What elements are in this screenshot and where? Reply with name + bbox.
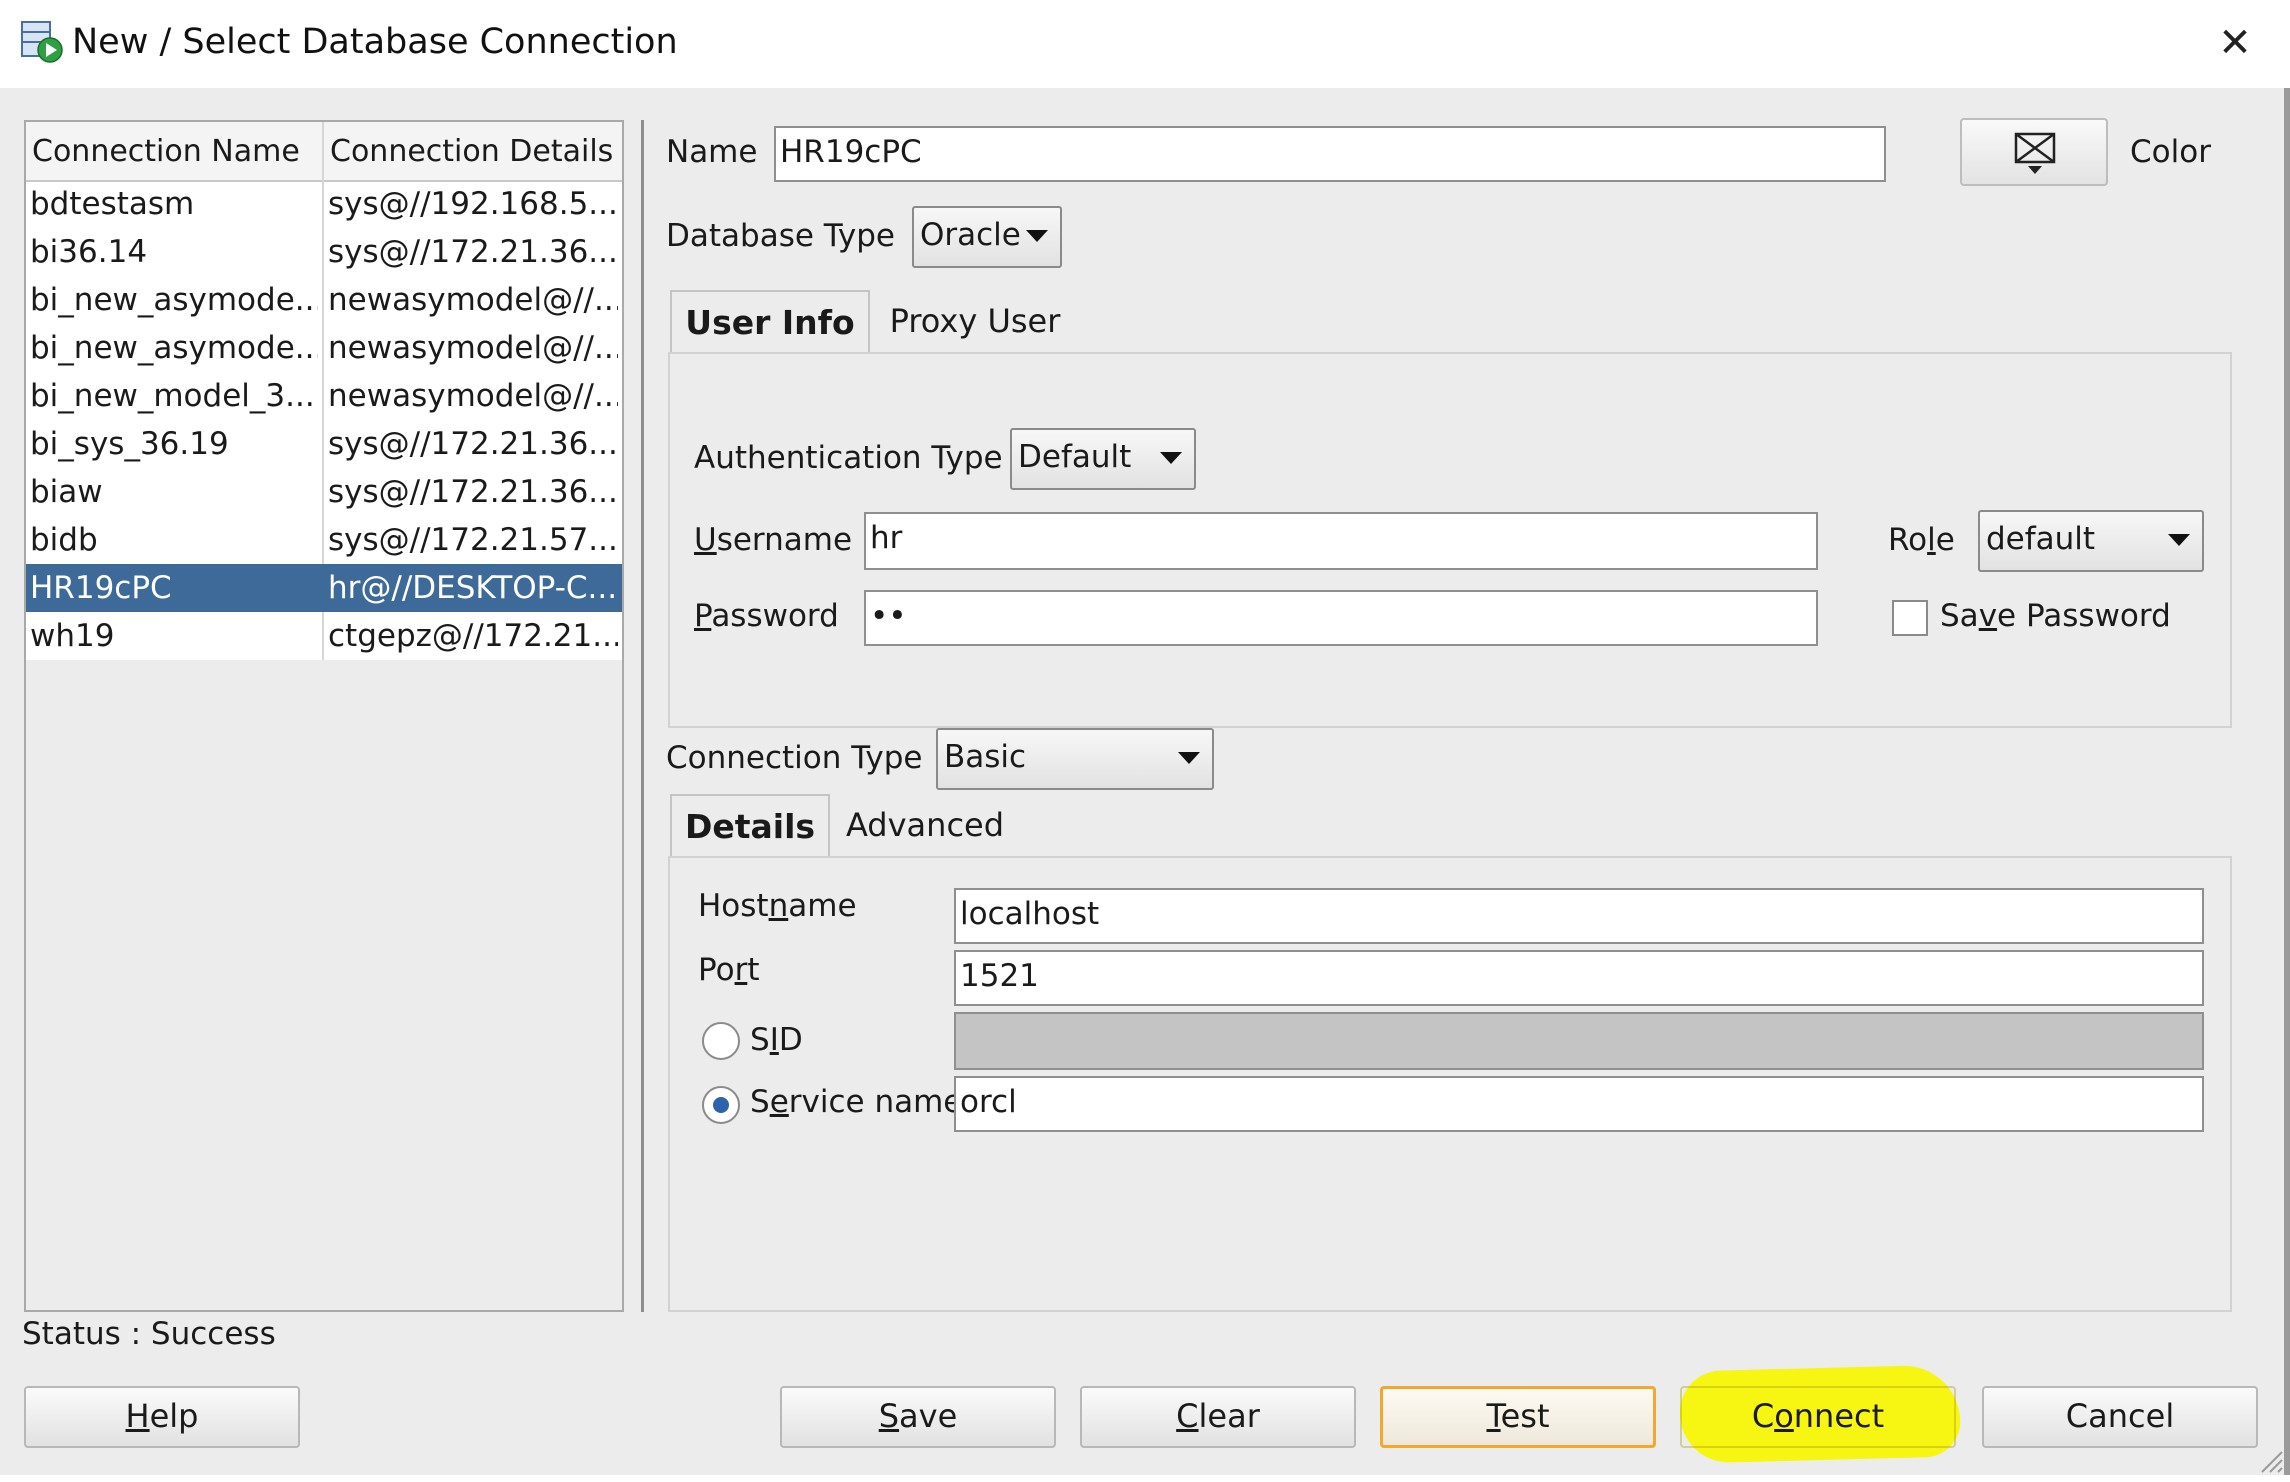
connection-name: bdtestasm [30,186,195,222]
close-icon[interactable]: ✕ [2210,18,2260,68]
connection-name: bidb [30,522,98,558]
title-bar: New / Select Database Connection ✕ [0,0,2290,88]
connection-row[interactable]: bidb sys@//172.21.57... [26,516,622,564]
connection-details: ctgepz@//172.21... [328,618,618,654]
role-label: Role [1888,522,1955,558]
connection-type-value: Basic [944,739,1027,775]
column-header-connection-name[interactable]: Connection Name [32,134,300,169]
column-header-connection-details[interactable]: Connection Details [330,134,613,169]
connection-type-label: Connection Type [666,740,923,776]
connection-row[interactable]: bi_sys_36.19 sys@//172.21.36... [26,420,622,468]
connection-details: newasymodel@//... [328,378,618,414]
connection-details: newasymodel@//... [328,330,618,366]
connection-name: bi_new_asymode... [30,330,318,366]
connect-button[interactable]: Connect [1680,1386,1956,1448]
tab-details[interactable]: Details [670,794,830,862]
database-type-select[interactable]: Oracle [912,206,1062,268]
password-label: Password [694,598,839,634]
database-type-value: Oracle [920,217,1021,253]
role-value: default [1986,521,2096,557]
service-name-label: Service name [750,1084,963,1120]
clear-button[interactable]: Clear [1080,1386,1356,1448]
chevron-down-icon [1026,230,1048,242]
username-label: Username [694,522,853,558]
port-input[interactable]: 1521 [954,950,2204,1006]
connection-details: sys@//172.21.36... [328,234,618,270]
authentication-type-select[interactable]: Default [1010,428,1196,490]
window-title: New / Select Database Connection [72,22,678,62]
connection-row[interactable]: wh19 ctgepz@//172.21... [26,612,622,660]
connection-row[interactable]: bi36.14 sys@//172.21.36... [26,228,622,276]
connection-name: HR19cPC [30,570,172,606]
authentication-type-value: Default [1018,439,1132,475]
connection-details: sys@//172.21.36... [328,474,618,510]
connection-row[interactable]: bi_new_asymode... newasymodel@//... [26,324,622,372]
database-type-label: Database Type [666,218,895,254]
connection-details: sys@//172.21.57... [328,522,618,558]
connection-row[interactable]: bdtestasm sys@//192.168.5... [26,180,622,228]
window-edge [2284,88,2290,1475]
connection-details: sys@//172.21.36... [328,426,618,462]
service-name-radio[interactable] [702,1086,740,1124]
sid-label: SID [750,1022,803,1058]
tab-user-info[interactable]: User Info [670,290,870,358]
test-button[interactable]: Test [1380,1386,1656,1448]
sid-radio[interactable] [702,1022,740,1060]
connection-name: bi_sys_36.19 [30,426,229,462]
save-password-checkbox[interactable] [1892,600,1928,636]
password-input[interactable]: •• [864,590,1818,646]
service-name-input[interactable]: orcl [954,1076,2204,1132]
connection-row[interactable]: bi_new_asymode... newasymodel@//... [26,276,622,324]
connection-name: bi_new_model_3... [30,378,315,414]
hostname-input[interactable]: localhost [954,888,2204,944]
color-swatch-icon [2012,130,2062,184]
name-input[interactable]: HR19cPC [774,126,1886,182]
save-password-label: Save Password [1940,598,2171,634]
username-input[interactable]: hr [864,512,1818,570]
connection-list-header: Connection Name Connection Details [26,122,622,182]
hostname-label: Hostname [698,888,857,924]
database-connection-icon [20,20,64,64]
splitter-handle[interactable] [641,120,644,1312]
connection-details: hr@//DESKTOP-C... [328,570,618,606]
role-select[interactable]: default [1978,510,2204,572]
tab-proxy-user[interactable]: Proxy User [880,290,1070,358]
connection-list[interactable]: Connection Name Connection Details bdtes… [24,120,624,1312]
connection-dialog: New / Select Database Connection ✕ Conne… [0,0,2290,1475]
connection-row[interactable]: bi_new_model_3... newasymodel@//... [26,372,622,420]
connection-list-empty-area [26,660,622,1310]
chevron-down-icon [1160,452,1182,464]
resize-grip-icon[interactable] [2258,1446,2284,1482]
tab-advanced[interactable]: Advanced [840,794,1010,862]
connection-row-selected[interactable]: HR19cPC hr@//DESKTOP-C... [26,564,622,612]
color-picker-button[interactable] [1960,118,2108,186]
save-button[interactable]: Save [780,1386,1056,1448]
connection-name: bi36.14 [30,234,148,270]
help-button[interactable]: Help [24,1386,300,1448]
color-label: Color [2130,134,2211,170]
connection-row[interactable]: biaw sys@//172.21.36... [26,468,622,516]
sid-input[interactable] [954,1012,2204,1070]
connection-type-select[interactable]: Basic [936,728,1214,790]
port-label: Port [698,952,760,988]
connection-details: newasymodel@//... [328,282,618,318]
connection-name: bi_new_asymode... [30,282,318,318]
status-text: Status : Success [22,1316,276,1352]
connection-name: wh19 [30,618,115,654]
name-label: Name [666,134,758,170]
chevron-down-icon [1178,752,1200,764]
cancel-button[interactable]: Cancel [1982,1386,2258,1448]
connection-details: sys@//192.168.5... [328,186,618,222]
connection-name: biaw [30,474,103,510]
authentication-type-label: Authentication Type [694,440,1003,476]
chevron-down-icon [2168,534,2190,546]
